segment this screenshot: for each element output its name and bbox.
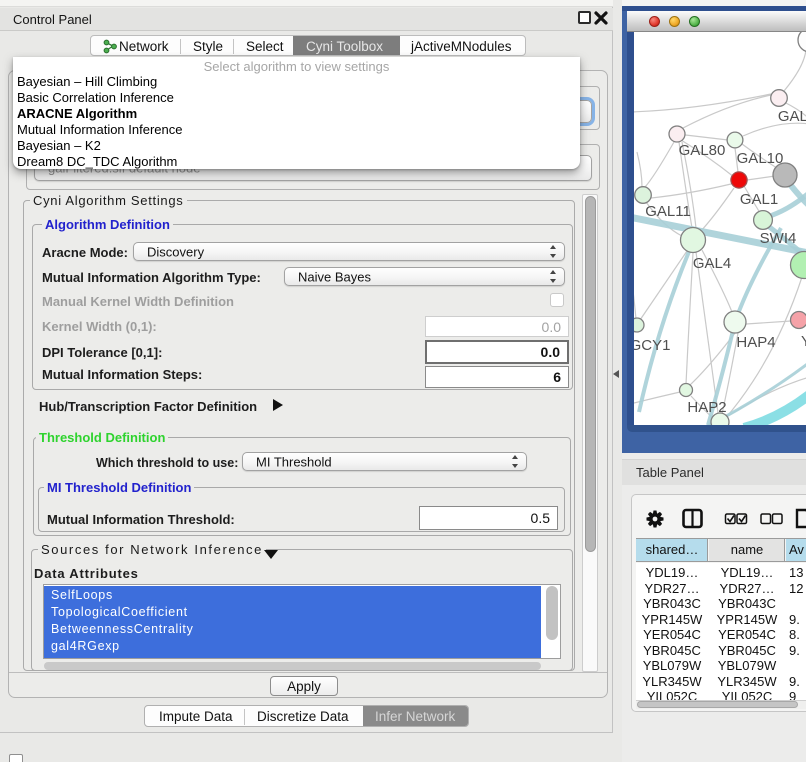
svg-text:GAL80: GAL80 <box>679 142 726 159</box>
svg-text:GCY1: GCY1 <box>634 337 670 354</box>
svg-text:Y: Y <box>801 333 806 350</box>
svg-text:SWI4: SWI4 <box>760 230 797 247</box>
svg-text:HAP4: HAP4 <box>736 334 775 351</box>
svg-text:GAL10: GAL10 <box>737 150 784 167</box>
svg-text:GAL4: GAL4 <box>693 255 731 272</box>
svg-text:HAP2: HAP2 <box>687 399 726 416</box>
svg-text:GAL11: GAL11 <box>645 203 691 220</box>
svg-text:GAL7: GAL7 <box>778 108 806 125</box>
svg-text:GAL1: GAL1 <box>740 191 778 208</box>
